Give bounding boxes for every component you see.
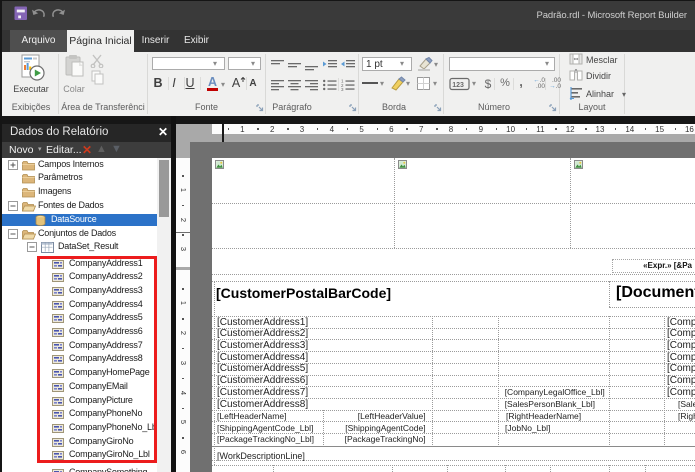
svg-text:123: 123 — [452, 82, 464, 89]
svg-text:3: 3 — [341, 87, 344, 91]
